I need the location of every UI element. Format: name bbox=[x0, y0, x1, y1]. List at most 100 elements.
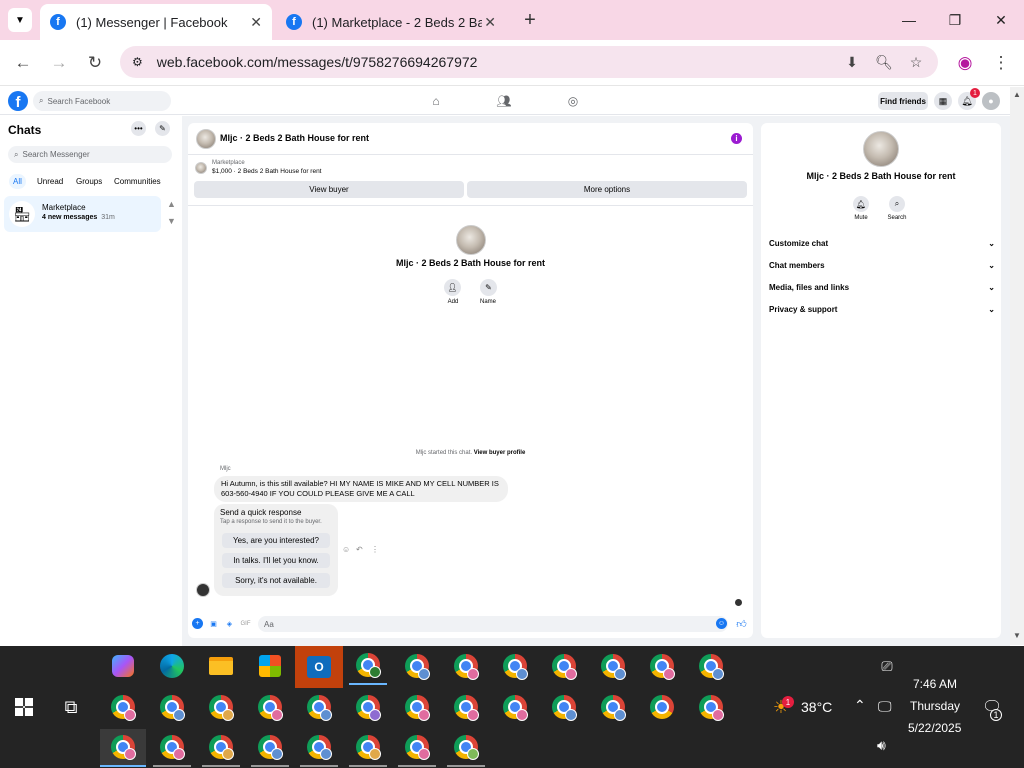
chrome-icon[interactable] bbox=[447, 688, 485, 726]
chrome-icon[interactable] bbox=[349, 688, 387, 726]
message-composer-input[interactable]: Aa bbox=[258, 616, 728, 632]
tab-search-button[interactable]: ▼ bbox=[8, 8, 32, 32]
chrome-profile-a-icon[interactable] bbox=[349, 647, 387, 685]
add-people-icon[interactable]: 👤︎ bbox=[444, 279, 461, 296]
page-scrollbar[interactable]: ▲ ▼ bbox=[1010, 87, 1024, 645]
zoom-icon[interactable]: 🔍︎ bbox=[868, 46, 900, 78]
info-icon[interactable]: i bbox=[731, 133, 742, 144]
reload-icon[interactable]: ↻ bbox=[80, 48, 110, 78]
forward-icon[interactable]: → bbox=[44, 48, 74, 78]
meet-now-icon[interactable]: ⎚ bbox=[868, 647, 906, 685]
media-files-links-row[interactable]: Media, files and links ⌄ bbox=[769, 283, 995, 292]
scroll-up-arrow-icon[interactable]: ▲ bbox=[1013, 90, 1021, 99]
new-tab-button[interactable]: + bbox=[518, 8, 542, 32]
weather-icon[interactable]: ☀ bbox=[762, 688, 800, 726]
chrome-icon[interactable] bbox=[251, 729, 289, 767]
scroll-up-icon[interactable]: ▲ bbox=[167, 199, 176, 209]
chrome-icon[interactable] bbox=[398, 729, 436, 767]
messenger-search-input[interactable]: ⌕ Search Messenger bbox=[8, 146, 172, 163]
filter-unread[interactable]: Unread bbox=[33, 174, 67, 189]
message-more-icon[interactable]: ⋮ bbox=[371, 545, 379, 554]
chrome-icon[interactable] bbox=[153, 688, 191, 726]
chrome-icon[interactable] bbox=[496, 647, 534, 685]
start-windows-icon[interactable] bbox=[5, 688, 43, 726]
photo-icon[interactable]: ▣ bbox=[208, 618, 219, 629]
chrome-icon[interactable] bbox=[153, 729, 191, 767]
customize-chat-row[interactable]: Customize chat ⌄ bbox=[769, 239, 995, 248]
address-bar[interactable]: ⚙ web.facebook.com/messages/t/9758276694… bbox=[120, 46, 938, 78]
tab-marketplace[interactable]: f (1) Marketplace - 2 Beds 2 Bath ✕ bbox=[276, 4, 506, 40]
edge-icon[interactable] bbox=[153, 647, 191, 685]
chrome-icon[interactable] bbox=[643, 647, 681, 685]
tab-messenger[interactable]: f (1) Messenger | Facebook ✕ bbox=[40, 4, 272, 40]
filter-groups[interactable]: Groups bbox=[72, 174, 106, 189]
clock-date[interactable]: 5/22/2025 bbox=[908, 721, 961, 735]
menu-grid-icon[interactable]: ▦ bbox=[934, 92, 952, 110]
minimize-button[interactable]: — bbox=[886, 0, 932, 40]
task-view-icon[interactable]: ⧉ bbox=[52, 688, 90, 726]
find-friends-button[interactable]: Find friends bbox=[878, 92, 928, 110]
view-buyer-profile-link[interactable]: View buyer profile bbox=[474, 450, 526, 456]
chrome-icon[interactable] bbox=[643, 688, 681, 726]
emoji-icon[interactable]: ☺ bbox=[716, 618, 727, 629]
chrome-icon[interactable] bbox=[398, 688, 436, 726]
new-message-icon[interactable]: ✎ bbox=[155, 121, 170, 136]
outlook-icon[interactable]: O bbox=[295, 646, 343, 688]
copilot-icon[interactable] bbox=[104, 647, 142, 685]
gif-icon[interactable]: GIF bbox=[240, 618, 251, 629]
react-emoji-icon[interactable]: ☺ bbox=[342, 545, 350, 554]
scroll-down-arrow-icon[interactable]: ▼ bbox=[1013, 631, 1021, 640]
chrome-icon[interactable] bbox=[300, 729, 338, 767]
chrome-icon[interactable] bbox=[202, 688, 240, 726]
filter-communities[interactable]: Communities bbox=[110, 174, 165, 189]
chrome-icon[interactable] bbox=[594, 647, 632, 685]
back-icon[interactable]: ← bbox=[8, 48, 38, 78]
search-icon[interactable]: ⌕ bbox=[889, 196, 905, 212]
file-explorer-icon[interactable] bbox=[202, 647, 240, 685]
site-info-icon[interactable]: ⚙ bbox=[132, 55, 143, 69]
chrome-icon[interactable] bbox=[300, 688, 338, 726]
close-window-button[interactable]: ✕ bbox=[978, 0, 1024, 40]
chat-item-marketplace[interactable]: 🏪︎ Marketplace 4 new messages 31m bbox=[4, 196, 161, 232]
clock-time[interactable]: 7:46 AM bbox=[913, 677, 957, 691]
chrome-icon[interactable] bbox=[251, 688, 289, 726]
reply-icon[interactable]: ↶ bbox=[356, 545, 363, 554]
chrome-icon[interactable] bbox=[202, 729, 240, 767]
network-icon[interactable]: 🖵︎ bbox=[878, 698, 892, 715]
more-options-icon[interactable]: ••• bbox=[131, 121, 146, 136]
close-tab-icon[interactable]: ✕ bbox=[250, 14, 262, 31]
scroll-down-icon[interactable]: ▼ bbox=[167, 216, 176, 226]
bookmark-star-icon[interactable]: ☆ bbox=[900, 46, 932, 78]
more-options-button[interactable]: More options bbox=[467, 181, 747, 198]
quick-response-in-talks[interactable]: In talks. I'll let you know. bbox=[222, 553, 330, 568]
sticker-icon[interactable]: ◈ bbox=[224, 618, 235, 629]
friends-icon[interactable]: 👥︎ bbox=[496, 93, 512, 109]
privacy-support-row[interactable]: Privacy & support ⌄ bbox=[769, 305, 995, 314]
chrome-icon[interactable] bbox=[692, 647, 730, 685]
mute-bell-icon[interactable]: 🔔︎ bbox=[853, 196, 869, 212]
volume-icon[interactable]: 🔊︎ bbox=[877, 737, 886, 754]
quick-response-yes[interactable]: Yes, are you interested? bbox=[222, 533, 330, 548]
menu-kebab-icon[interactable]: ⋮ bbox=[986, 48, 1016, 78]
chrome-icon[interactable] bbox=[100, 729, 146, 767]
show-hidden-icons-icon[interactable]: ⌃ bbox=[854, 697, 866, 714]
chrome-icon[interactable] bbox=[496, 688, 534, 726]
maximize-button[interactable]: ❐ bbox=[932, 0, 978, 40]
chrome-icon[interactable] bbox=[545, 647, 583, 685]
account-avatar-icon[interactable]: ● bbox=[982, 92, 1000, 110]
conversation-avatar[interactable] bbox=[196, 129, 216, 149]
plus-actions-icon[interactable]: + bbox=[192, 618, 203, 629]
chrome-icon[interactable] bbox=[447, 729, 485, 767]
edit-name-icon[interactable]: ✎ bbox=[480, 279, 497, 296]
home-icon[interactable]: ⌂ bbox=[428, 93, 444, 109]
conversation-title[interactable]: Mljc · 2 Beds 2 Bath House for rent bbox=[220, 133, 369, 143]
clock-day[interactable]: Thursday bbox=[910, 699, 960, 713]
install-app-icon[interactable]: ⬇ bbox=[836, 46, 868, 78]
quick-response-sorry[interactable]: Sorry, it's not available. bbox=[222, 573, 330, 588]
weather-temp[interactable]: 38°C bbox=[801, 699, 832, 715]
view-buyer-button[interactable]: View buyer bbox=[194, 181, 464, 198]
like-thumb-icon[interactable]: 👍︎ bbox=[736, 618, 747, 630]
chrome-icon[interactable] bbox=[447, 647, 485, 685]
chat-members-row[interactable]: Chat members ⌄ bbox=[769, 261, 995, 270]
chrome-icon[interactable] bbox=[594, 688, 632, 726]
